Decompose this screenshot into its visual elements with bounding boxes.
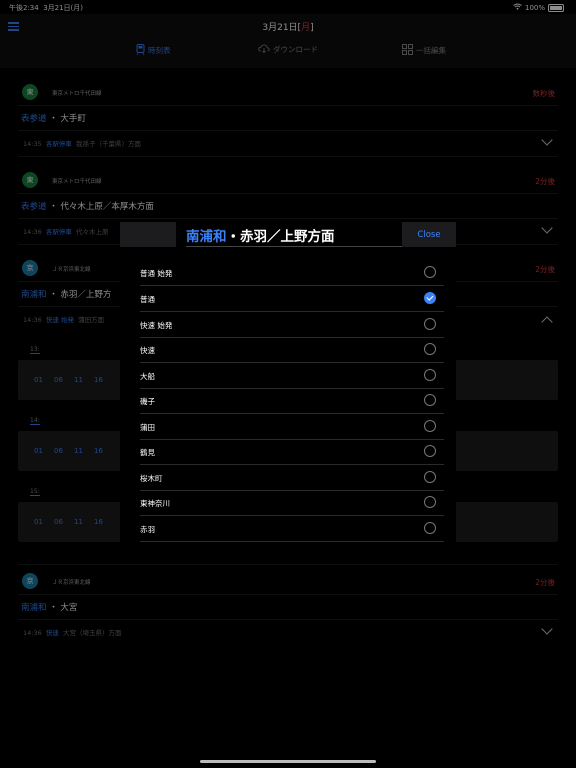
- home-indicator[interactable]: [200, 760, 376, 763]
- option-row[interactable]: 磯子: [140, 388, 444, 414]
- radio-empty-icon[interactable]: [424, 343, 436, 355]
- modal-header: 南浦和・赤羽／上野方面 Close: [120, 222, 456, 248]
- option-row[interactable]: 普通: [140, 286, 444, 312]
- option-row[interactable]: 大船: [140, 363, 444, 389]
- modal-title: 南浦和・赤羽／上野方面: [186, 229, 335, 245]
- radio-empty-icon[interactable]: [424, 318, 436, 330]
- close-button[interactable]: Close: [402, 222, 456, 247]
- radio-empty-icon[interactable]: [424, 496, 436, 508]
- radio-empty-icon[interactable]: [424, 369, 436, 381]
- option-row[interactable]: 東神奈川: [140, 490, 444, 516]
- radio-empty-icon[interactable]: [424, 420, 436, 432]
- option-row[interactable]: 赤羽: [140, 516, 444, 542]
- option-row[interactable]: 快速 始発: [140, 312, 444, 338]
- checkmark-circle-icon[interactable]: [424, 292, 436, 304]
- radio-empty-icon[interactable]: [424, 445, 436, 457]
- option-row[interactable]: 鶴見: [140, 439, 444, 465]
- option-row[interactable]: 普通 始発: [140, 260, 444, 286]
- radio-empty-icon[interactable]: [424, 471, 436, 483]
- option-row[interactable]: 蒲田: [140, 414, 444, 440]
- radio-empty-icon[interactable]: [424, 522, 436, 534]
- filter-modal: 南浦和・赤羽／上野方面 Close 普通 始発 普通 快速 始発 快速 大船 磯…: [120, 222, 456, 558]
- option-row[interactable]: 快速: [140, 337, 444, 363]
- radio-empty-icon[interactable]: [424, 394, 436, 406]
- radio-empty-icon[interactable]: [424, 266, 436, 278]
- option-row[interactable]: 桜木町: [140, 465, 444, 491]
